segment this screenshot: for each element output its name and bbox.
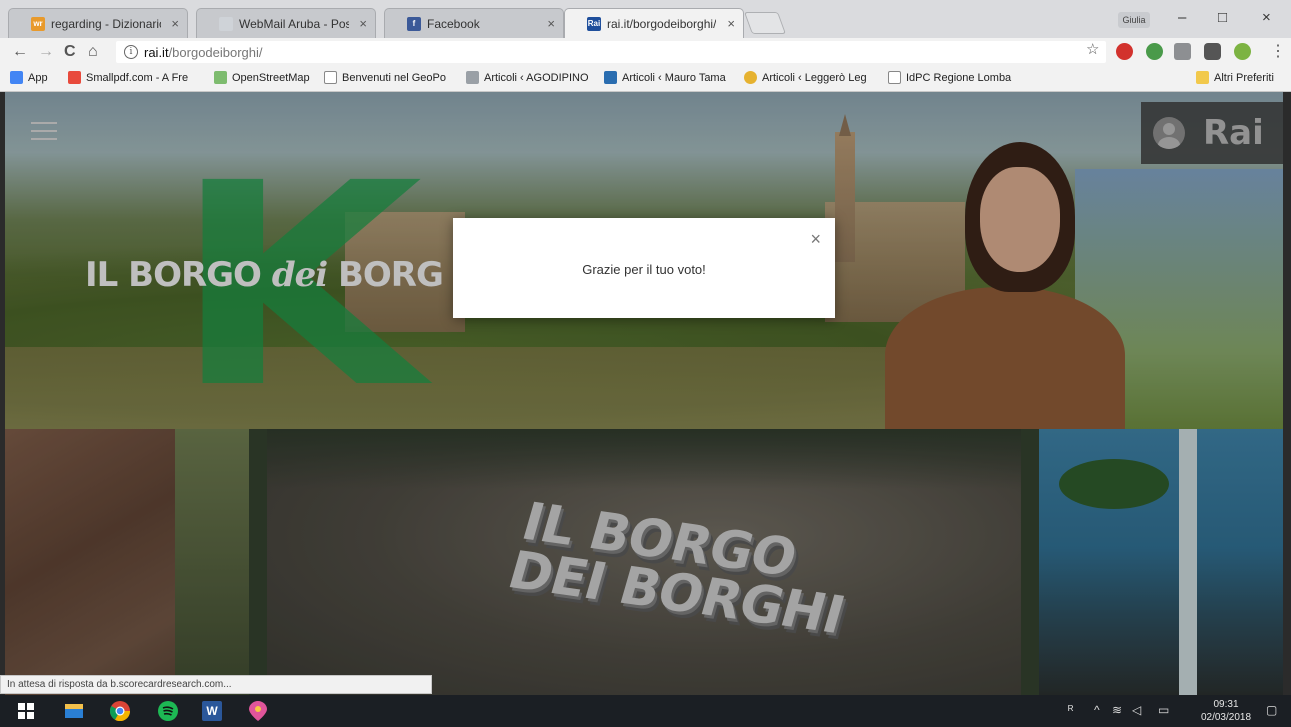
bookmark-apps[interactable]: App xyxy=(10,71,48,84)
bookmark-idpc-lombardia[interactable]: IdPC Regione Lomba xyxy=(888,71,1011,84)
site-icon xyxy=(744,71,757,84)
bookmark-label: Altri Preferiti xyxy=(1214,71,1274,84)
system-clock[interactable]: 09:31 02/03/2018 xyxy=(1198,698,1254,724)
rai-favicon-icon: Rai xyxy=(587,16,601,31)
bookmark-label: Benvenuti nel GeoPo xyxy=(342,71,446,84)
tab-facebook[interactable]: f Facebook × xyxy=(384,8,564,38)
bookmark-openstreetmap[interactable]: OpenStreetMap xyxy=(214,71,310,84)
url-host: rai.it xyxy=(144,44,169,60)
bookmark-agodipino[interactable]: Articoli ‹ AGODIPINO xyxy=(466,71,589,84)
new-tab-button[interactable] xyxy=(743,12,787,34)
clock-time: 09:31 xyxy=(1213,699,1239,710)
bookmark-label: IdPC Regione Lomba xyxy=(906,71,1012,84)
tab-strip: wr regarding - Dizionario in × WebMail A… xyxy=(0,0,1291,38)
bookmark-label: Articoli ‹ Leggerò Leg xyxy=(762,71,867,84)
back-button[interactable]: ← xyxy=(12,43,28,61)
battery-icon[interactable]: ▭ xyxy=(1158,703,1169,717)
apps-grid-icon xyxy=(10,71,23,84)
page-viewport: K IL BORGO dei BORG Rai IL BORGO DEI BOR… xyxy=(5,92,1283,695)
bookmarks-bar: App Smallpdf.com - A Fre OpenStreetMap B… xyxy=(0,66,1291,92)
tab-webmail-aruba[interactable]: WebMail Aruba - Posta × xyxy=(196,8,376,38)
action-center-icon[interactable]: ▢ xyxy=(1266,703,1277,717)
address-bar[interactable]: i rai.it /borgodeiborghi/ xyxy=(116,41,1106,63)
extension-globe-icon[interactable] xyxy=(1146,43,1163,60)
chrome-icon[interactable] xyxy=(110,701,130,721)
site-icon xyxy=(604,71,617,84)
wifi-icon[interactable]: ≋ xyxy=(1112,703,1122,717)
extension-leaf-icon[interactable] xyxy=(1234,43,1251,60)
vote-confirmation-dialog: × Grazie per il tuo voto! xyxy=(453,218,835,318)
pocket-icon[interactable] xyxy=(1204,43,1221,60)
tab-close-icon[interactable]: × xyxy=(727,16,735,31)
tab-close-icon[interactable]: × xyxy=(171,16,179,31)
maximize-button[interactable]: □ xyxy=(1218,9,1227,26)
tab-label: WebMail Aruba - Posta xyxy=(239,16,349,31)
tab-rai-borgo[interactable]: Rai rai.it/borgodeiborghi/ × xyxy=(564,8,744,38)
extension-screenshot-icon[interactable] xyxy=(1174,43,1191,60)
page-favicon-icon xyxy=(219,16,233,31)
taskbar: W ᴿ ^ ≋ ◁ ▭ 09:31 02/03/2018 ▢ xyxy=(0,695,1291,727)
close-icon[interactable]: × xyxy=(810,230,821,248)
windows-start-icon[interactable] xyxy=(16,701,36,721)
smallpdf-icon xyxy=(68,71,81,84)
bookmark-label: Articoli ‹ AGODIPINO xyxy=(484,71,589,84)
wr-favicon-icon: wr xyxy=(31,16,45,31)
file-explorer-icon[interactable] xyxy=(64,701,84,721)
status-bubble: In attesa di risposta da b.scorecardrese… xyxy=(0,675,432,694)
profile-button[interactable]: Giulia xyxy=(1118,12,1150,28)
dialog-message: Grazie per il tuo voto! xyxy=(582,262,706,277)
people-icon[interactable]: ᴿ xyxy=(1068,703,1073,717)
extension-adblock-icon[interactable] xyxy=(1116,43,1133,60)
home-button[interactable]: ⌂ xyxy=(88,43,98,61)
info-icon[interactable]: i xyxy=(124,45,138,59)
bookmark-smallpdf[interactable]: Smallpdf.com - A Fre xyxy=(68,71,188,84)
chrome-menu-icon[interactable]: ⋮ xyxy=(1270,41,1286,61)
spotify-icon[interactable] xyxy=(158,701,178,721)
bookmark-leggero[interactable]: Articoli ‹ Leggerò Leg xyxy=(744,71,867,84)
close-window-button[interactable]: × xyxy=(1262,9,1271,26)
tab-label: rai.it/borgodeiborghi/ xyxy=(607,16,717,31)
forward-button[interactable]: → xyxy=(38,43,54,61)
site-icon xyxy=(466,71,479,84)
facebook-favicon-icon: f xyxy=(407,16,421,31)
folder-icon xyxy=(1196,71,1209,84)
tab-close-icon[interactable]: × xyxy=(359,16,367,31)
chevron-up-icon[interactable]: ^ xyxy=(1094,703,1100,717)
reload-button[interactable]: C xyxy=(64,43,76,61)
bookmark-label: OpenStreetMap xyxy=(232,71,310,84)
bookmark-mauro-tama[interactable]: Articoli ‹ Mauro Tama xyxy=(604,71,726,84)
volume-icon[interactable]: ◁ xyxy=(1132,703,1141,717)
bookmark-other-folder[interactable]: Altri Preferiti xyxy=(1196,71,1274,84)
bookmark-star-icon[interactable]: ☆ xyxy=(1086,40,1099,58)
tab-label: Facebook xyxy=(427,16,480,31)
tab-label: regarding - Dizionario in xyxy=(51,16,161,31)
bookmark-label: Smallpdf.com - A Fre xyxy=(86,71,189,84)
word-icon[interactable]: W xyxy=(202,701,222,721)
paint-app-icon[interactable] xyxy=(248,701,268,721)
browser-toolbar: ← → C ⌂ i rai.it /borgodeiborghi/ ☆ ⋮ xyxy=(0,38,1291,66)
bookmark-label: App xyxy=(28,71,48,84)
page-icon xyxy=(324,71,337,84)
page-icon xyxy=(888,71,901,84)
bookmark-label: Articoli ‹ Mauro Tama xyxy=(622,71,726,84)
url-path: /borgodeiborghi/ xyxy=(168,44,263,60)
tab-dizionario[interactable]: wr regarding - Dizionario in × xyxy=(8,8,188,38)
modal-backdrop[interactable] xyxy=(5,92,1283,695)
minimize-button[interactable]: – xyxy=(1178,9,1186,26)
clock-date: 02/03/2018 xyxy=(1200,712,1252,723)
openstreetmap-icon xyxy=(214,71,227,84)
tab-close-icon[interactable]: × xyxy=(547,16,555,31)
bookmark-geoportale[interactable]: Benvenuti nel GeoPo xyxy=(324,71,446,84)
